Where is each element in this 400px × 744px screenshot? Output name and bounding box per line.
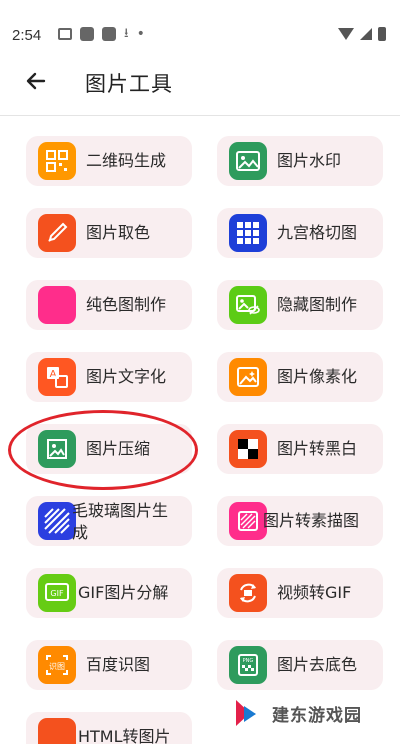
- solid-color-icon: [38, 286, 76, 324]
- highlight-annotation: [8, 410, 198, 490]
- tool-label: 图片去底色: [277, 655, 358, 674]
- tool-html-to-image[interactable]: HTML转图片: [26, 712, 192, 744]
- tool-qr-code[interactable]: 二维码生成: [26, 136, 192, 186]
- more-notifications-icon: •: [136, 26, 145, 42]
- pixelate-icon: [229, 358, 267, 396]
- page-title: 图片工具: [85, 72, 173, 96]
- wifi-icon: [338, 28, 354, 40]
- tool-label: 图片转黑白: [277, 439, 358, 458]
- tool-baidu-image-search[interactable]: 识图 百度识图: [26, 640, 192, 690]
- tool-video-to-gif[interactable]: 视频转GIF: [217, 568, 383, 618]
- tool-label: 二维码生成: [86, 151, 167, 170]
- back-arrow-svg: [26, 72, 46, 90]
- frosted-glass-icon: [38, 502, 76, 540]
- grid-nine-icon: [229, 214, 267, 252]
- tool-remove-background[interactable]: PNG 图片去底色: [217, 640, 383, 690]
- tool-label: GIF图片分解: [78, 583, 169, 602]
- svg-text:识图: 识图: [49, 662, 65, 671]
- tool-hidden-image[interactable]: 隐藏图制作: [217, 280, 383, 330]
- tool-black-white[interactable]: 图片转黑白: [217, 424, 383, 474]
- notification-icons: ⭳ •: [58, 27, 145, 41]
- tool-sketch[interactable]: 图片转素描图: [217, 496, 383, 546]
- site-watermark: 建东游戏园: [236, 700, 362, 726]
- header-divider: [0, 115, 400, 116]
- tool-label: 毛玻璃图片生成: [72, 501, 169, 542]
- text-image-icon: A: [38, 358, 76, 396]
- tool-label: 图片文字化: [86, 367, 167, 386]
- tool-label: HTML转图片: [78, 727, 171, 744]
- tool-label: 九宫格切图: [277, 223, 358, 242]
- tool-pixelate[interactable]: 图片像素化: [217, 352, 383, 402]
- signal-icon: [360, 28, 372, 40]
- tool-image-to-text[interactable]: A 图片文字化: [26, 352, 192, 402]
- tool-label: 图片转素描图: [263, 511, 360, 530]
- tool-label: 隐藏图制作: [277, 295, 358, 314]
- black-white-icon: [229, 430, 267, 468]
- system-icons: [338, 27, 386, 41]
- back-arrow-icon[interactable]: [20, 65, 52, 97]
- app-bar: 图片工具: [0, 55, 400, 107]
- tool-label: 纯色图制作: [86, 295, 167, 314]
- html-to-image-icon: [38, 718, 76, 744]
- app-notification-icon: [102, 27, 116, 41]
- download-icon: ⭳: [124, 26, 129, 41]
- tool-frosted-glass[interactable]: 毛玻璃图片生成: [26, 496, 192, 546]
- tool-label: 视频转GIF: [277, 583, 352, 602]
- image-watermark-icon: [229, 142, 267, 180]
- svg-text:GIF: GIF: [50, 589, 64, 598]
- tool-solid-color[interactable]: 纯色图制作: [26, 280, 192, 330]
- eyedropper-icon: [38, 214, 76, 252]
- tool-label: 百度识图: [86, 655, 151, 674]
- status-time: 2:54: [12, 27, 42, 44]
- qr-code-icon: [38, 142, 76, 180]
- battery-icon: [378, 27, 386, 41]
- sketch-icon: [229, 502, 267, 540]
- hidden-image-icon: [229, 286, 267, 324]
- tool-color-picker[interactable]: 图片取色: [26, 208, 192, 258]
- tool-nine-grid[interactable]: 九宫格切图: [217, 208, 383, 258]
- remove-background-icon: PNG: [229, 646, 267, 684]
- gif-split-icon: GIF: [38, 574, 76, 612]
- video-to-gif-icon: [229, 574, 267, 612]
- image-recognize-icon: 识图: [38, 646, 76, 684]
- app-notification-icon: [80, 27, 94, 41]
- tool-label: 图片水印: [277, 151, 342, 170]
- watermark-logo-icon: [236, 700, 260, 726]
- tool-label: 图片取色: [86, 223, 151, 242]
- svg-text:PNG: PNG: [243, 658, 254, 664]
- tool-gif-split[interactable]: GIF GIF图片分解: [26, 568, 192, 618]
- watermark-text: 建东游戏园: [272, 705, 362, 726]
- tool-image-watermark[interactable]: 图片水印: [217, 136, 383, 186]
- tool-label: 图片像素化: [277, 367, 358, 386]
- image-notification-icon: [58, 28, 72, 40]
